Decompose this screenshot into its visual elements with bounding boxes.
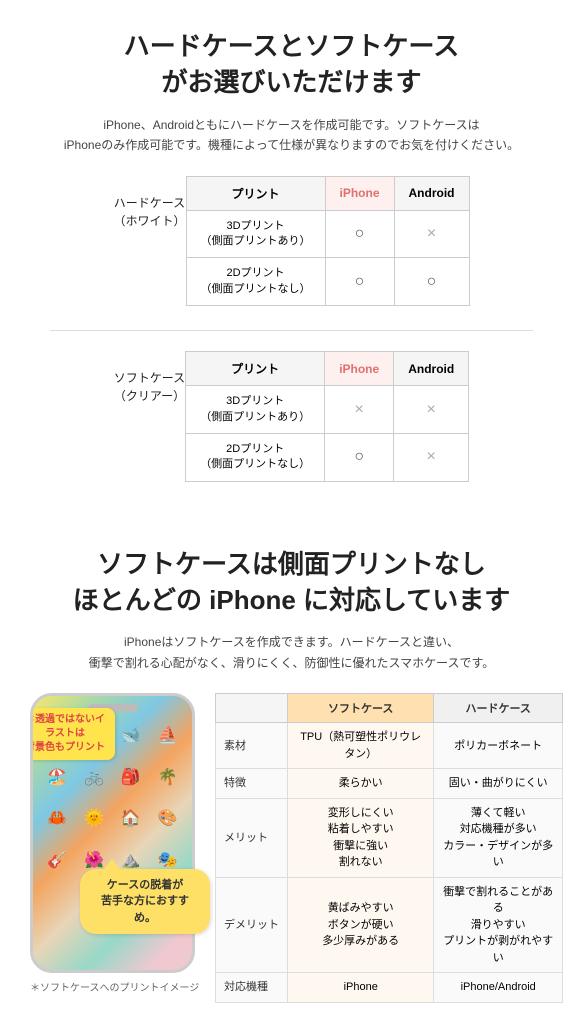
comp-row-label: メリット (216, 798, 288, 877)
comp-soft-data: 黄ばみやすい ボタンが硬い 多少厚みがある (288, 877, 434, 973)
hard-case-table: プリント iPhone Android 3Dプリント （側面プリントあり）○×2… (186, 176, 470, 307)
android-cell: × (394, 210, 469, 258)
soft-col-iphone: iPhone (325, 352, 394, 386)
comp-hard-data: 薄くて軽い 対応機種が多い カラー・デザインが多い (434, 798, 563, 877)
top-section: ハードケースとソフトケース がお選びいただけます iPhone、Androidと… (0, 0, 583, 526)
android-cell: × (394, 386, 469, 434)
comp-row-label: 素材 (216, 723, 288, 769)
main-title: ハードケースとソフトケース がお選びいただけます (20, 28, 563, 101)
list-item: メリット変形しにくい 粘着しやすい 衝撃に強い 割れない薄くて軽い 対応機種が多… (216, 798, 563, 877)
comp-hard-data: ポリカーボネート (434, 723, 563, 769)
phone-image-area: 🌊 ⛅ 🐋 ⛵ 🏖️ 🚲 🎒 🌴 🦀 🌞 🏠 🎨 🎸 🌺 ⛰️ 🎭 (20, 693, 205, 994)
bottom-content: 🌊 ⛅ 🐋 ⛵ 🏖️ 🚲 🎒 🌴 🦀 🌞 🏠 🎨 🎸 🌺 ⛰️ 🎭 (20, 693, 563, 1003)
bottom-section: ソフトケースは側面プリントなし ほとんどの iPhone に対応しています iP… (0, 526, 583, 1023)
list-item: 素材TPU（熱可塑性ポリウレタン）ポリカーボネート (216, 723, 563, 769)
hard-case-label: ハードケース （ホワイト） (113, 176, 185, 230)
hard-case-container: ハードケース （ホワイト） プリント iPhone Android 3Dプリント… (113, 176, 469, 307)
bottom-title: ソフトケースは側面プリントなし ほとんどの iPhone に対応しています (20, 546, 563, 619)
comp-soft-data: TPU（熱可塑性ポリウレタン） (288, 723, 434, 769)
comp-header-hard: ハードケース (434, 694, 563, 723)
hard-table-wrapper: ハードケース （ホワイト） プリント iPhone Android 3Dプリント… (20, 176, 563, 307)
list-item: 特徴柔らかい固い・曲がりにくい (216, 769, 563, 799)
soft-case-print-label: ＊ソフトケースへのプリントイメージ (30, 979, 205, 994)
comp-row-label: デメリット (216, 877, 288, 973)
design-elem-9: 🦀 (41, 800, 74, 838)
comp-soft-data: iPhone (288, 973, 434, 1003)
subtitle-text: iPhone、Androidともにハードケースを作成可能です。ソフトケースは i… (20, 115, 563, 156)
bottom-subtitle: iPhoneはソフトケースを作成できます。ハードケースと違い、 衝撃で割れる心配… (20, 632, 563, 673)
print-cell: 2Dプリント （側面プリントなし） (186, 258, 325, 306)
design-elem-8: 🌴 (151, 758, 184, 796)
iphone-cell: × (325, 386, 394, 434)
design-elem-4: ⛵ (151, 716, 184, 754)
soft-col-print: プリント (186, 352, 325, 386)
comp-row-label: 特徴 (216, 769, 288, 799)
iphone-cell: ○ (325, 258, 394, 306)
table-row: 2Dプリント （側面プリントなし）○× (186, 433, 469, 481)
comp-hard-data: iPhone/Android (434, 973, 563, 1003)
comparison-table-wrap: ソフトケース ハードケース 素材TPU（熱可塑性ポリウレタン）ポリカーボネート特… (215, 693, 563, 1003)
divider (50, 330, 533, 331)
android-cell: × (394, 433, 469, 481)
print-cell: 2Dプリント （側面プリントなし） (186, 433, 325, 481)
design-elem-6: 🚲 (78, 758, 111, 796)
table-row: 3Dプリント （側面プリントあり）×× (186, 386, 469, 434)
comparison-table: ソフトケース ハードケース 素材TPU（熱可塑性ポリウレタン）ポリカーボネート特… (215, 693, 563, 1003)
comp-header-soft: ソフトケース (288, 694, 434, 723)
design-elem-11: 🏠 (115, 800, 148, 838)
comp-header-empty (216, 694, 288, 723)
soft-case-table: プリント iPhone Android 3Dプリント （側面プリントあり）××2… (185, 351, 469, 482)
android-cell: ○ (394, 258, 469, 306)
soft-col-android: Android (394, 352, 469, 386)
comp-row-label: 対応機種 (216, 973, 288, 1003)
table-row: 2Dプリント （側面プリントなし）○○ (186, 258, 469, 306)
list-item: 対応機種iPhoneiPhone/Android (216, 973, 563, 1003)
soft-table-wrapper: ソフトケース （クリアー） プリント iPhone Android 3Dプリント… (20, 351, 563, 482)
comp-soft-data: 変形しにくい 粘着しやすい 衝撃に強い 割れない (288, 798, 434, 877)
list-item: デメリット黄ばみやすい ボタンが硬い 多少厚みがある衝撃で割れることがある 滑り… (216, 877, 563, 973)
design-elem-10: 🌞 (78, 800, 111, 838)
sticker-note: ＊透過ではないイラストは 背景色もプリント (30, 708, 115, 760)
print-cell: 3Dプリント （側面プリントあり） (186, 386, 325, 434)
design-elem-7: 🎒 (115, 758, 148, 796)
table-row: 3Dプリント （側面プリントあり）○× (186, 210, 469, 258)
soft-case-container: ソフトケース （クリアー） プリント iPhone Android 3Dプリント… (114, 351, 469, 482)
callout-bubble: ケースの脱着が 苦手な方におすすめ。 (80, 869, 210, 935)
iphone-cell: ○ (325, 433, 394, 481)
comp-hard-data: 衝撃で割れることがある 滑りやすい プリントが剥がれやすい (434, 877, 563, 973)
design-elem-13: 🎸 (41, 841, 74, 879)
hard-col-android: Android (394, 176, 469, 210)
soft-case-label: ソフトケース （クリアー） (114, 351, 185, 405)
hard-col-print: プリント (186, 176, 325, 210)
design-elem-12: 🎨 (151, 800, 184, 838)
comp-hard-data: 固い・曲がりにくい (434, 769, 563, 799)
design-elem-3: 🐋 (115, 716, 148, 754)
comp-soft-data: 柔らかい (288, 769, 434, 799)
iphone-cell: ○ (325, 210, 394, 258)
design-elem-5: 🏖️ (41, 758, 74, 796)
print-cell: 3Dプリント （側面プリントあり） (186, 210, 325, 258)
hard-col-iphone: iPhone (325, 176, 394, 210)
